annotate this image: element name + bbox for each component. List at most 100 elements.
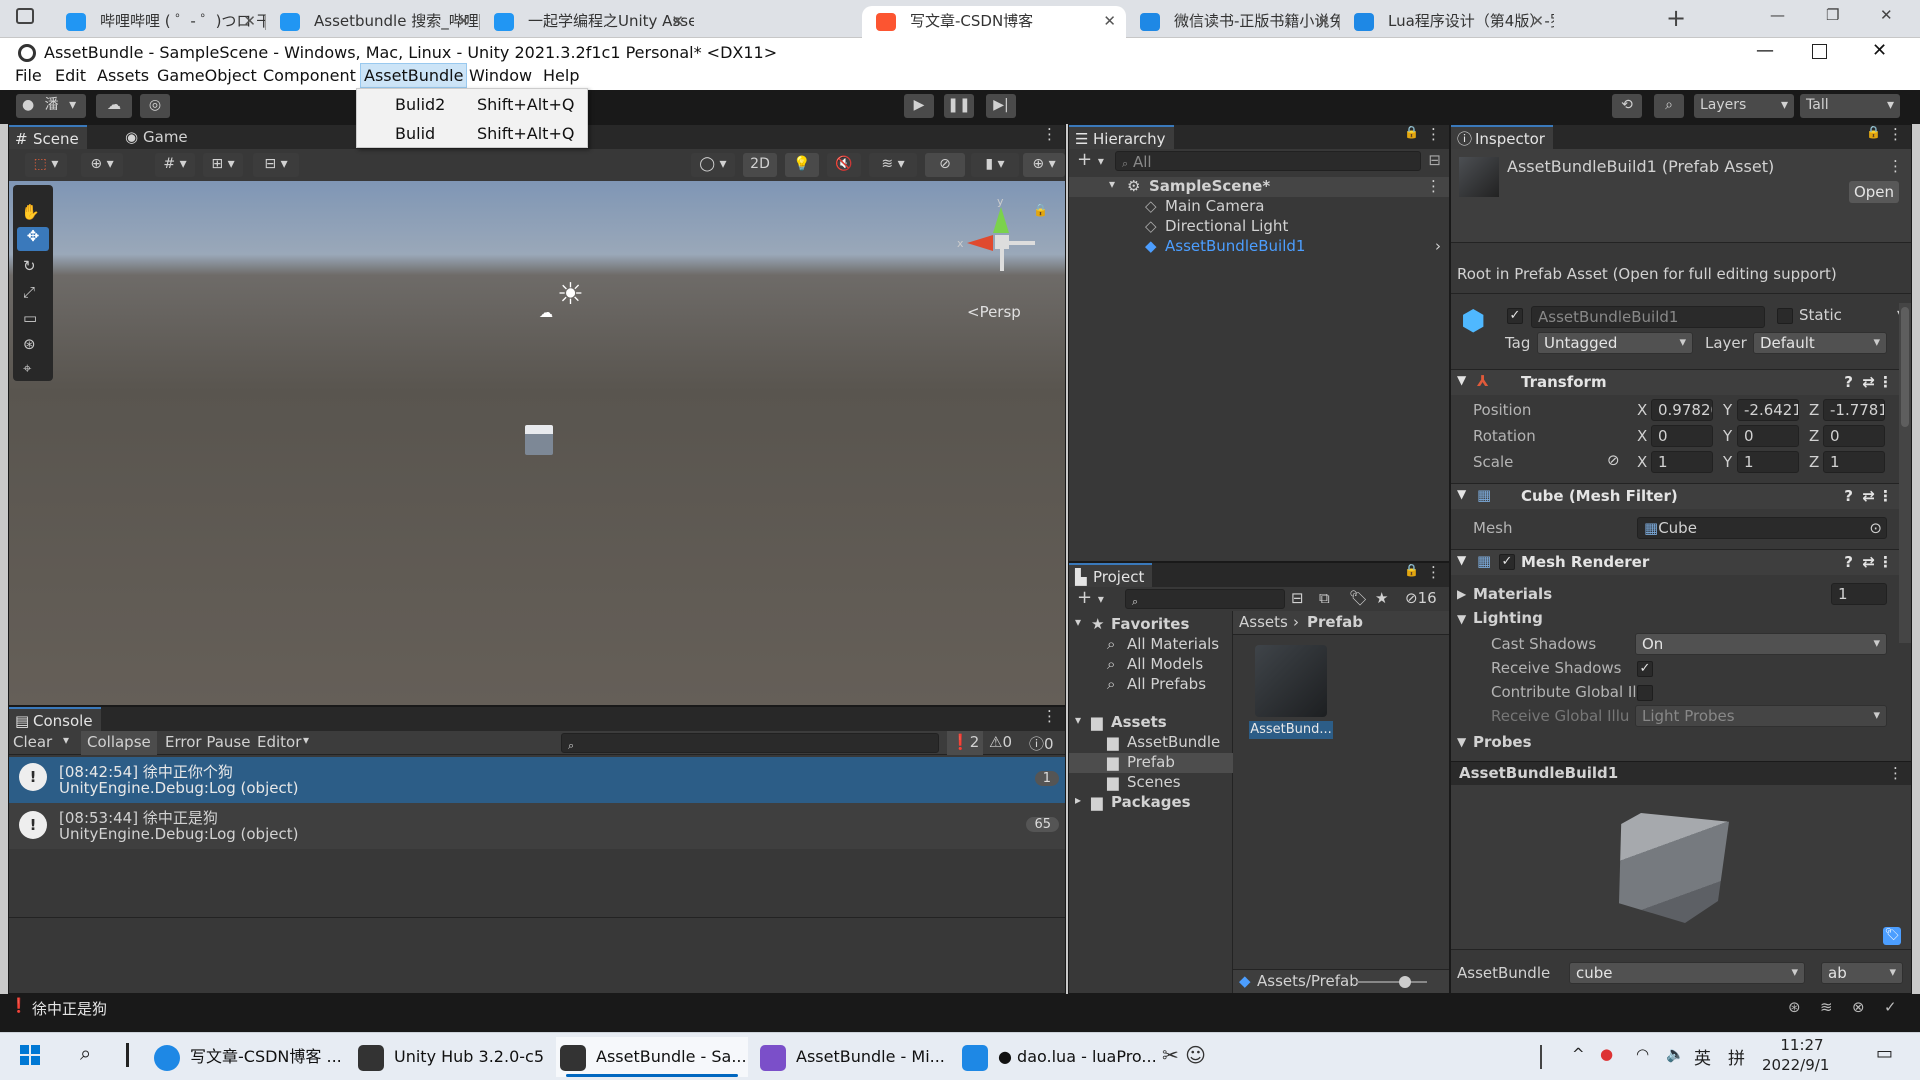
transform-tool-icon[interactable]: ⊛ xyxy=(23,335,36,353)
preset-icon[interactable]: ⇄ xyxy=(1862,553,1875,571)
menu-item-bulid2[interactable]: Bulid2 Shift+Alt+Q xyxy=(357,91,587,119)
chevron-down-icon[interactable]: ▼ xyxy=(1457,735,1466,749)
rotate-tool-icon[interactable]: ↻ xyxy=(23,257,36,275)
create-asset-button[interactable]: + ▾ xyxy=(1077,587,1104,608)
help-icon[interactable]: ? xyxy=(1844,487,1853,505)
error-count-toggle[interactable]: ⓘ0 xyxy=(1029,733,1054,754)
collab-button[interactable]: ◎ xyxy=(140,94,170,118)
hand-tool-icon[interactable]: ✋ xyxy=(21,203,40,221)
draw-mode-dropdown[interactable]: ⬚ ▾ xyxy=(25,153,67,177)
status-ok-icon[interactable]: ✓ xyxy=(1884,998,1897,1016)
taskbar-item-edge[interactable]: 写文章-CSDN博客 ... xyxy=(150,1037,342,1077)
layer-dropdown[interactable]: Default xyxy=(1753,332,1887,354)
favorites-row[interactable]: ▾ ★ Favorites xyxy=(1069,615,1233,635)
search-icon[interactable]: ⌕ xyxy=(80,1041,91,1065)
move-tool-icon[interactable]: ✥ xyxy=(17,227,49,251)
menu-assets[interactable]: Assets xyxy=(94,64,152,87)
status-progress-icon[interactable]: ⊗ xyxy=(1852,998,1865,1016)
scene-viewport[interactable]: ✋ ✥ ↻ ⤢ ▭ ⊛ ⌖ ☀ ☁ y x 🔒 <Persp xyxy=(9,181,1065,705)
volume-icon[interactable]: 🔈 xyxy=(1666,1045,1685,1063)
hierarchy-item[interactable]: ◇ Directional Light xyxy=(1069,217,1449,237)
account-dropdown[interactable]: ● 潘 ▾ xyxy=(16,94,86,118)
hidden-objects-toggle[interactable]: ⊘ xyxy=(925,153,965,177)
tray-app-icon[interactable]: ● xyxy=(1600,1045,1613,1063)
favorite-item[interactable]: ⌕ All Models xyxy=(1069,655,1233,675)
tab-console[interactable]: ▤ Console xyxy=(9,707,101,731)
status-message[interactable]: 徐中正是狗 xyxy=(32,998,107,1019)
menu-file[interactable]: File xyxy=(12,64,45,87)
global-toggle[interactable]: ⊕ ▾ xyxy=(81,153,123,177)
lighting-toggle[interactable]: 💡 xyxy=(785,153,819,177)
close-tab-icon[interactable]: ✕ xyxy=(457,6,470,36)
tag-dropdown[interactable]: Untagged xyxy=(1537,332,1693,354)
preview-area[interactable]: 🏷 xyxy=(1451,785,1911,949)
search-by-type-icon[interactable]: ⊟ xyxy=(1428,151,1441,169)
new-tab-icon[interactable]: + xyxy=(1666,4,1686,32)
position-y-field[interactable]: -2.6421 xyxy=(1737,399,1799,421)
search-button[interactable]: ⌕ xyxy=(1654,94,1684,118)
error-pause-toggle[interactable]: Error Pause xyxy=(165,733,250,751)
custom-tool-icon[interactable]: ⌖ xyxy=(23,359,31,377)
tab-inspector[interactable]: ⓘ Inspector xyxy=(1451,125,1553,149)
hierarchy-search-input[interactable]: ⌕ All xyxy=(1115,151,1421,171)
taskbar-item-visual-studio[interactable]: AssetBundle - Mi... xyxy=(756,1037,948,1077)
status-debug-icon[interactable]: ⊛ xyxy=(1788,998,1801,1016)
browser-tab-lua-book[interactable]: Lua程序设计（第4版）-罗伯 ✕ xyxy=(1340,6,1554,38)
orientation-gizmo[interactable]: y x xyxy=(955,195,1035,277)
play-button[interactable]: ▶ xyxy=(904,94,934,118)
browser-tab-unity-article[interactable]: 一起学编程之Unity AssetBu ✕ xyxy=(480,6,694,38)
hierarchy-scene-row[interactable]: ▾ ⚙ SampleScene* ⋮ xyxy=(1069,177,1449,197)
favorite-icon[interactable]: ★ xyxy=(1375,589,1388,607)
status-cache-icon[interactable]: ≋ xyxy=(1820,998,1833,1016)
assets-row[interactable]: ▾ ▆ Assets xyxy=(1069,713,1233,733)
object-picker-icon[interactable]: ⊙ xyxy=(1869,518,1882,538)
editor-dropdown[interactable]: Editor xyxy=(257,733,301,751)
ime-mode[interactable]: 拼 xyxy=(1728,1044,1745,1069)
close-tab-icon[interactable]: ✕ xyxy=(1103,6,1116,36)
scene-menu-icon[interactable]: ⋮ xyxy=(1426,177,1441,195)
add-object-button[interactable]: + ▾ xyxy=(1077,149,1104,170)
close-tab-icon[interactable]: ✕ xyxy=(243,6,256,36)
grid-snap-button[interactable]: # ▾ xyxy=(155,153,195,177)
minimize-icon[interactable]: — xyxy=(1756,40,1774,61)
taskbar-item-unity[interactable]: AssetBundle - Sa... xyxy=(556,1037,748,1077)
notification-icon[interactable]: ▭ xyxy=(1876,1043,1893,1064)
scrollbar-thumb[interactable] xyxy=(1901,307,1909,427)
panel-menu-icon[interactable]: ⋮ xyxy=(1042,707,1057,725)
ruler-button[interactable]: ⊟ ▾ xyxy=(253,153,299,177)
thumbnail-size-slider[interactable] xyxy=(1357,981,1427,983)
scale-x-field[interactable]: 1 xyxy=(1651,451,1713,473)
taskbar-item-unity-hub[interactable]: Unity Hub 3.2.0-c5 xyxy=(354,1037,546,1077)
ime-language[interactable]: 英 xyxy=(1694,1044,1711,1069)
panel-menu-icon[interactable]: ⋮ xyxy=(1042,125,1057,143)
folder-item-selected[interactable]: ▆ Prefab xyxy=(1069,753,1233,773)
console-entry[interactable]: ! [08:53:44] 徐中正是狗 UnityEngine.Debug:Log… xyxy=(9,803,1065,849)
wifi-icon[interactable]: ◠ xyxy=(1636,1045,1649,1063)
menu-component[interactable]: Component xyxy=(260,64,359,87)
menu-assetbundle[interactable]: AssetBundle xyxy=(360,63,468,88)
receive-shadows-checkbox[interactable]: ✓ xyxy=(1637,661,1653,677)
position-z-field[interactable]: -1.7781 xyxy=(1823,399,1885,421)
chevron-down-icon[interactable]: ▾ xyxy=(1075,713,1081,727)
folder-item[interactable]: ▆ Scenes xyxy=(1069,773,1233,793)
console-entry[interactable]: ! [08:42:54] 徐中正你个狗 UnityEngine.Debug:Lo… xyxy=(9,757,1065,803)
browser-close-icon[interactable]: ✕ xyxy=(1880,6,1893,24)
clear-options-icon[interactable]: ▾ xyxy=(63,733,69,747)
tab-project[interactable]: ▙ Project xyxy=(1069,563,1153,587)
component-menu-icon[interactable]: ⋮ xyxy=(1878,487,1893,505)
tray-chevron-up-icon[interactable]: ^ xyxy=(1572,1045,1585,1063)
tab-game[interactable]: ◉ Game xyxy=(121,125,188,149)
chevron-right-icon[interactable]: › xyxy=(1435,237,1441,255)
undo-history-button[interactable]: ⟲ xyxy=(1612,94,1642,118)
cube-object[interactable] xyxy=(525,425,553,455)
breadcrumb-prefab[interactable]: Prefab xyxy=(1307,613,1363,631)
panel-menu-icon[interactable]: ⋮ xyxy=(1426,125,1441,143)
collapse-toggle[interactable]: Collapse xyxy=(81,731,157,755)
menu-gameobject[interactable]: GameObject xyxy=(154,64,260,87)
perspective-label[interactable]: <Persp xyxy=(967,303,1021,321)
browser-restore-icon[interactable]: ❐ xyxy=(1826,6,1839,24)
rotation-z-field[interactable]: 0 xyxy=(1823,425,1885,447)
assetbundle-name-dropdown[interactable]: cube xyxy=(1569,962,1805,984)
packages-row[interactable]: ▸ ▆ Packages xyxy=(1069,793,1233,813)
clear-button[interactable]: Clear xyxy=(13,733,52,751)
